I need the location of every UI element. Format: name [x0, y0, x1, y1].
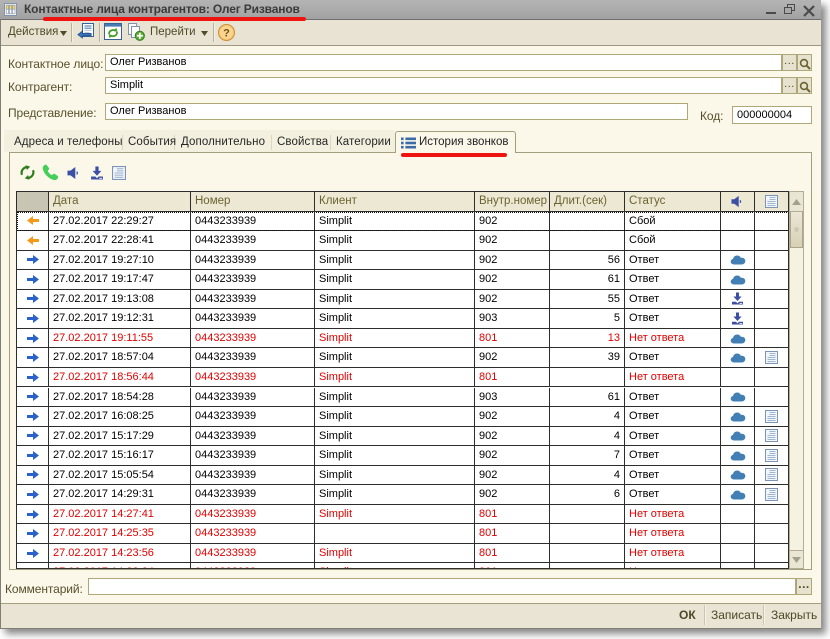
svg-text:?: ? — [223, 28, 230, 40]
